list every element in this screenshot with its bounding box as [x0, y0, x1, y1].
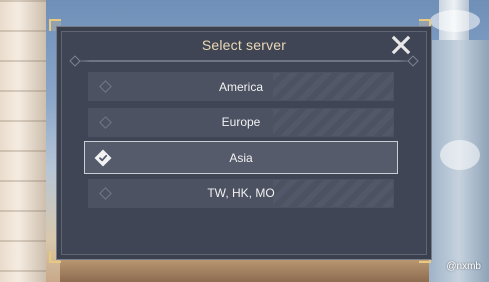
background-cloud	[430, 10, 480, 32]
server-label: TW, HK, MO	[207, 186, 275, 200]
watermark: @nxmb	[446, 261, 481, 272]
server-option-america[interactable]: America	[88, 72, 394, 101]
title-divider	[73, 60, 415, 62]
server-option-asia[interactable]: Asia	[84, 141, 398, 174]
divider-diamond	[69, 55, 81, 67]
server-label: Europe	[221, 115, 261, 129]
server-option-tw-hk-mo[interactable]: TW, HK, MO	[88, 178, 394, 208]
server-list: America Europe Asia TW, HK, MO	[84, 72, 398, 214]
background-cloud	[440, 140, 480, 170]
server-label: America	[218, 79, 263, 94]
dialog-title: Select server	[201, 37, 287, 53]
background-tower-stripes	[0, 0, 46, 282]
divider-diamond	[407, 55, 419, 67]
server-label: Asia	[229, 150, 253, 165]
select-server-dialog: Select server America Europe Asia TW, HK…	[56, 26, 432, 260]
close-icon	[391, 35, 411, 55]
server-option-europe[interactable]: Europe	[88, 107, 394, 137]
close-button[interactable]	[391, 35, 411, 55]
